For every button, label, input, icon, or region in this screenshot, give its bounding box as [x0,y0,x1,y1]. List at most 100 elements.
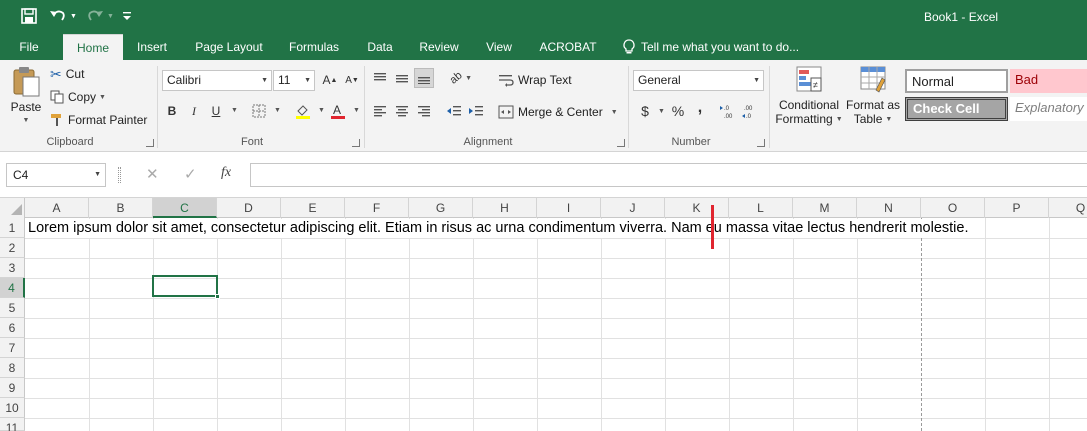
font-color-icon[interactable]: A [328,101,348,121]
column-header-c[interactable]: C [153,198,217,218]
row-header-10[interactable]: 10 [0,398,25,418]
align-right-icon[interactable] [414,101,434,121]
number-launcher-icon[interactable] [757,139,765,147]
select-all-corner[interactable] [0,198,25,218]
column-header-p[interactable]: P [985,198,1049,218]
percent-button[interactable]: % [668,101,688,121]
column-header-b[interactable]: B [89,198,153,218]
save-icon[interactable] [18,5,40,27]
italic-button[interactable]: I [184,101,204,121]
cell-a1-text[interactable]: Lorem ipsum dolor sit amet, consectetur … [28,219,971,238]
bold-button[interactable]: B [162,101,182,121]
tab-page-layout[interactable]: Page Layout [188,34,270,60]
fill-color-icon[interactable] [293,101,313,121]
column-header-o[interactable]: O [921,198,985,218]
tab-review[interactable]: Review [413,34,465,60]
orientation-icon[interactable]: ab ▼ [446,68,476,88]
align-left-icon[interactable] [370,101,390,121]
borders-icon[interactable] [249,101,269,121]
wrap-text-icon [499,75,514,87]
formula-bar: C4 ▼ ✕ ✓ fx [0,152,1087,198]
increase-decimal-icon[interactable]: .0.00 [718,101,738,121]
alignment-launcher-icon[interactable] [617,139,625,147]
increase-font-icon[interactable]: A ▲ [320,70,340,90]
column-header-i[interactable]: I [537,198,601,218]
worksheet-grid[interactable]: A B C D E F G H I J K L M N O P Q 1 2 3 … [0,198,1087,431]
row-header-4[interactable]: 4 [0,278,25,298]
style-check-cell[interactable]: Check Cell [905,97,1008,121]
style-normal[interactable]: Normal [905,69,1008,93]
font-name-select[interactable]: Calibri ▼ [162,70,272,91]
number-format-select[interactable]: General ▼ [633,70,764,91]
gridline [985,218,986,431]
clipboard-launcher-icon[interactable] [146,139,154,147]
paste-button[interactable]: Paste ▼ [8,66,44,136]
font-size-select[interactable]: 11 ▼ [273,70,315,91]
enter-icon[interactable]: ✓ [184,165,197,183]
tab-file[interactable]: File [8,34,50,60]
decrease-indent-icon[interactable] [444,101,464,121]
tell-me-box[interactable]: Tell me what you want to do... [622,34,799,60]
column-header-d[interactable]: D [217,198,281,218]
cut-button[interactable]: ✂ Cut [50,65,84,83]
name-box[interactable]: C4 ▼ [6,163,106,187]
row-header-7[interactable]: 7 [0,338,25,358]
increase-indent-icon[interactable] [466,101,486,121]
tab-data[interactable]: Data [360,34,400,60]
format-as-table-button[interactable]: Format as Table ▼ [845,64,901,134]
column-header-a[interactable]: A [25,198,89,218]
conditional-formatting-button[interactable]: ≠ Conditional Formatting ▼ [773,64,845,134]
column-header-h[interactable]: H [473,198,537,218]
wrap-text-button[interactable]: Wrap Text [498,70,572,90]
font-launcher-icon[interactable] [352,139,360,147]
row-header-1[interactable]: 1 [0,218,25,238]
align-middle-icon[interactable] [392,68,412,88]
align-center-icon[interactable] [392,101,412,121]
ribbon-tabs: File Home Insert Page Layout Formulas Da… [0,34,1087,60]
merge-center-button[interactable]: Merge & Center ▼ [498,102,618,122]
insert-function-icon[interactable]: fx [221,165,231,181]
redo-icon[interactable]: ▼ [86,5,114,27]
column-header-f[interactable]: F [345,198,409,218]
tab-insert[interactable]: Insert [128,34,176,60]
currency-button[interactable]: $ [635,101,655,121]
fill-handle[interactable] [215,294,220,299]
active-cell-c4[interactable] [152,275,218,297]
decrease-decimal-icon[interactable]: .00.0 [740,101,760,121]
column-header-m[interactable]: M [793,198,857,218]
row-header-5[interactable]: 5 [0,298,25,318]
row-header-2[interactable]: 2 [0,238,25,258]
row-header-6[interactable]: 6 [0,318,25,338]
gridline [25,318,1087,319]
tab-acrobat[interactable]: ACROBAT [532,34,604,60]
column-header-j[interactable]: J [601,198,665,218]
align-top-icon[interactable] [370,68,390,88]
formula-bar-grip[interactable] [118,167,121,183]
tab-view[interactable]: View [478,34,520,60]
copy-button[interactable]: Copy ▼ [50,88,106,106]
style-explanatory[interactable]: Explanatory [1010,97,1087,121]
column-header-l[interactable]: L [729,198,793,218]
column-header-g[interactable]: G [409,198,473,218]
decrease-font-icon[interactable]: A ▼ [342,70,362,90]
tab-home[interactable]: Home [63,34,123,60]
row-header-8[interactable]: 8 [0,358,25,378]
customize-qat-icon[interactable] [120,5,134,27]
underline-button[interactable]: U [206,101,226,121]
cancel-icon[interactable]: ✕ [146,165,159,183]
formula-input[interactable] [250,163,1087,187]
comma-style-button[interactable]: , [690,98,710,118]
column-header-e[interactable]: E [281,198,345,218]
align-bottom-icon[interactable] [414,68,434,88]
style-bad[interactable]: Bad [1010,69,1087,93]
format-painter-button[interactable]: Format Painter [50,111,147,129]
row-header-11[interactable]: 11 [0,418,25,431]
undo-icon[interactable]: ▼ [48,5,78,27]
tab-formulas[interactable]: Formulas [282,34,346,60]
row-header-3[interactable]: 3 [0,258,25,278]
row-header-9[interactable]: 9 [0,378,25,398]
column-header-n[interactable]: N [857,198,921,218]
column-header-q[interactable]: Q [1049,198,1087,218]
column-header-k[interactable]: K [665,198,729,218]
format-as-table-label-1: Format as [845,98,900,112]
